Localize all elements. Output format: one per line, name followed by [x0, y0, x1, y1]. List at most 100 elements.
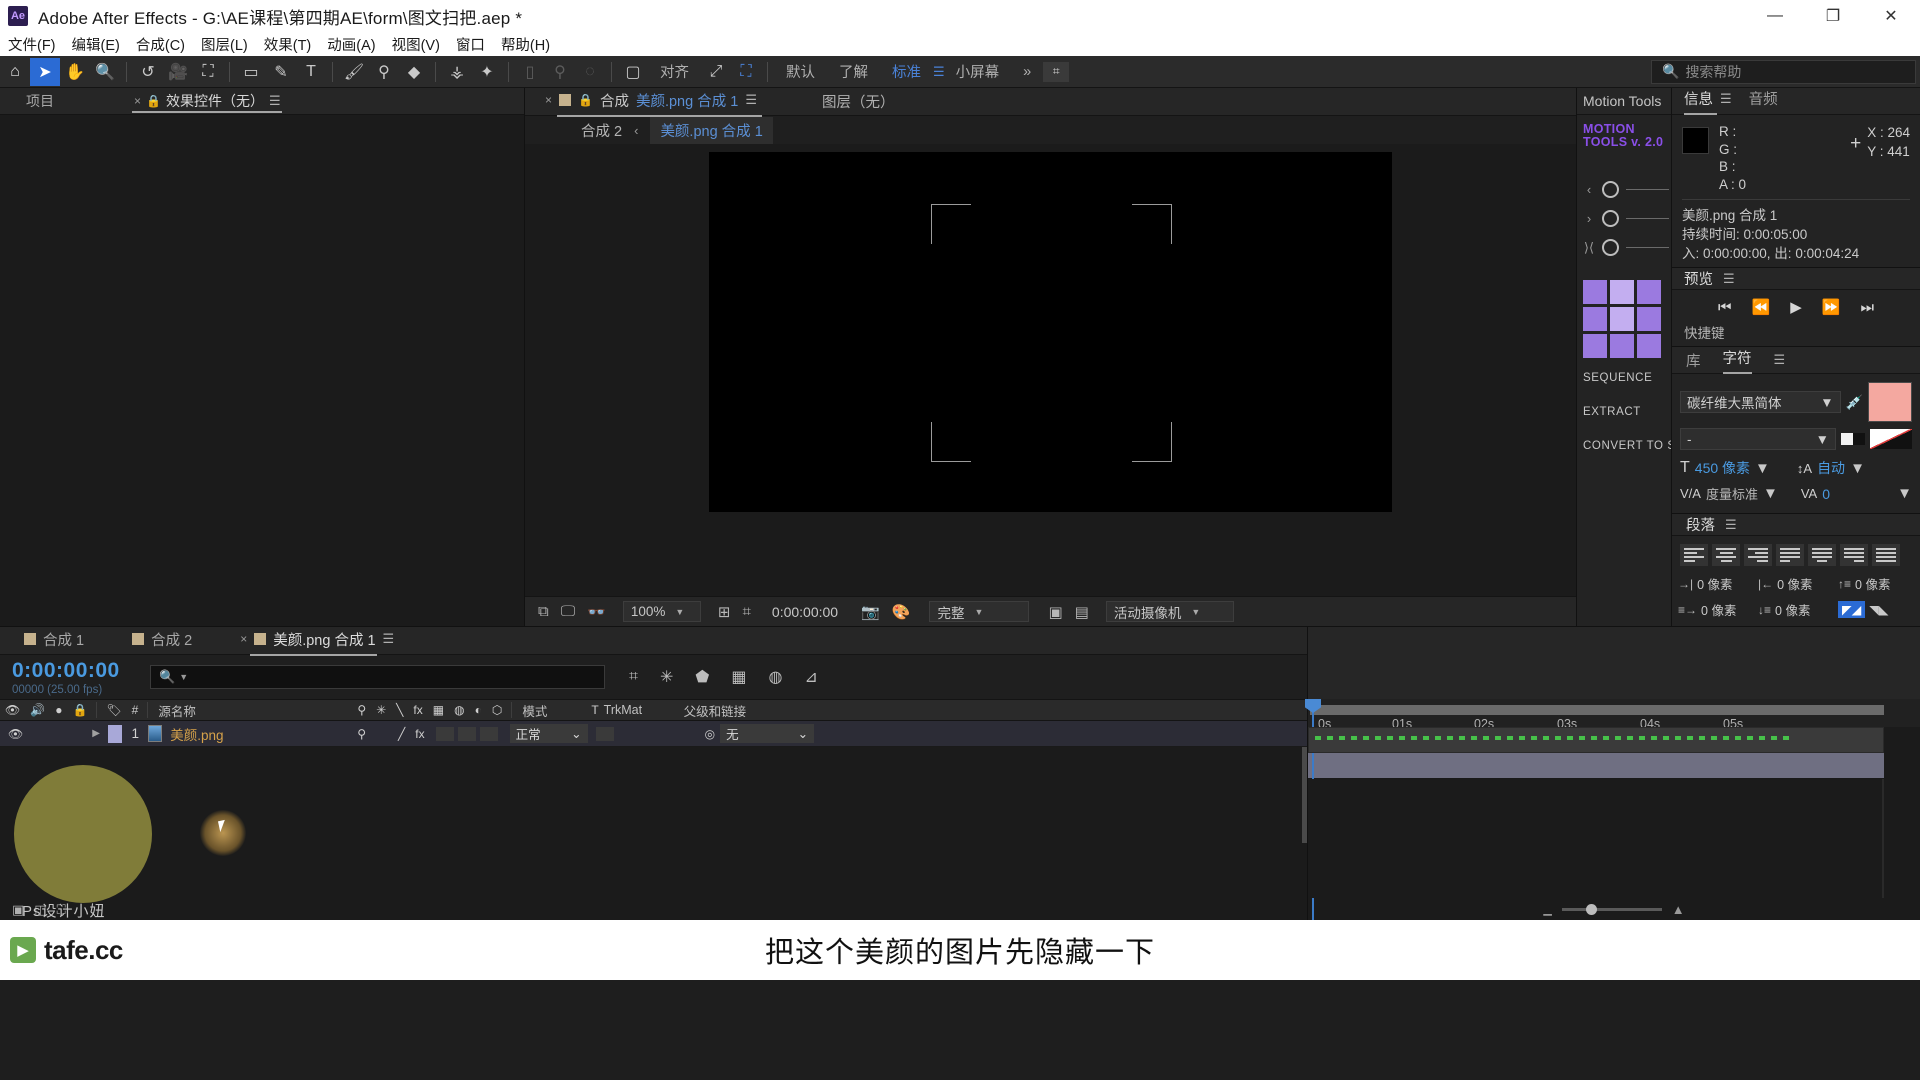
hide-shy-layers-icon[interactable]: ⬟ [695, 667, 709, 687]
motion-tools-grid[interactable] [1583, 280, 1671, 358]
grid-cell[interactable] [1610, 280, 1634, 304]
menu-layer[interactable]: 图层(L) [201, 34, 248, 55]
layer-preserve-transparency-box[interactable] [595, 726, 614, 741]
chevron-down-icon[interactable]: ▼ [1763, 485, 1778, 502]
tab-composition[interactable]: × 🔒 合成 美颜.png 合成 1 ☰ [539, 87, 762, 117]
frame-blending-icon[interactable]: ▦ [731, 667, 746, 687]
grid-cell[interactable] [1610, 307, 1634, 331]
zoom-slider-knob[interactable] [1585, 903, 1597, 915]
workspace-menu-icon[interactable]: ☰ [933, 64, 945, 80]
layer-label-swatch[interactable] [108, 724, 123, 743]
zoom-in-icon[interactable]: ▲ [1672, 902, 1685, 917]
timeline-scrollbar[interactable] [1302, 747, 1307, 843]
menu-animation[interactable]: 动画(A) [327, 34, 375, 55]
chevron-down-icon[interactable]: ▼ [1897, 485, 1912, 502]
region-of-interest-icon[interactable]: ⌗ [739, 603, 753, 620]
space-after-field[interactable]: ↓≡ 0 像素 [1758, 600, 1834, 619]
lock-icon[interactable]: 🔒 [578, 93, 593, 107]
text-tool-icon[interactable]: T [296, 58, 326, 86]
workspace-learn[interactable]: 了解 [827, 61, 880, 82]
motion-tools-extract-button[interactable]: EXTRACT [1583, 406, 1671, 418]
lock-icon[interactable]: 🔒 [67, 703, 92, 717]
ltr-direction-button[interactable]: ◤◢ [1838, 601, 1866, 618]
default-colors-icon[interactable] [1841, 433, 1865, 445]
close-icon[interactable]: × [545, 93, 552, 107]
tab-layer[interactable]: 图层（无） [822, 91, 895, 112]
graph-editor-icon[interactable]: ⊿ [804, 667, 817, 687]
play-button[interactable]: ▶ [1790, 298, 1802, 316]
layer-video-toggle-icon[interactable]: 👁 [0, 727, 28, 741]
roto-brush-tool-icon[interactable]: ⚶ [442, 58, 472, 86]
timeline-tab-comp2[interactable]: 合成 2 [128, 626, 196, 656]
workspace-small-screen[interactable]: 小屏幕 [944, 61, 1012, 82]
tracking-value[interactable]: 0 [1822, 486, 1830, 502]
composition-viewer[interactable] [709, 152, 1392, 512]
timeline-empty-area[interactable]: Ps设计小妞 [0, 747, 1307, 920]
search-help-box[interactable]: 🔍 搜索帮助 [1651, 59, 1916, 84]
motion-tools-row-next[interactable]: › [1583, 204, 1671, 233]
selection-tool-icon[interactable]: ➤ [30, 57, 60, 86]
layer-switch-box[interactable] [479, 726, 498, 741]
composition-mini-flowchart-icon[interactable]: ⌗ [629, 668, 638, 686]
circle-icon[interactable] [1602, 239, 1619, 256]
zoom-tool-icon[interactable]: 🔍 [90, 58, 120, 86]
circle-icon[interactable] [1602, 181, 1619, 198]
close-icon[interactable]: × [134, 94, 141, 108]
toggle-transparency-icon[interactable]: ▤ [1072, 603, 1092, 621]
layer-mode-select[interactable]: 正常 ⌄ [509, 724, 588, 743]
next-frame-button[interactable]: ⏩ [1822, 298, 1841, 316]
first-line-indent-field[interactable]: ≡→ 0 像素 [1678, 600, 1754, 619]
maximize-button[interactable]: ❐ [1804, 0, 1862, 32]
justify-last-center-button[interactable] [1808, 544, 1836, 566]
panel-menu-icon[interactable]: ☰ [1725, 517, 1737, 533]
timeline-graph-body[interactable] [1308, 779, 1920, 898]
zoom-slider[interactable] [1561, 903, 1662, 915]
panel-menu-icon[interactable]: ☰ [1774, 352, 1786, 368]
justify-all-button[interactable] [1872, 544, 1900, 566]
always-preview-icon[interactable]: ⧉ [535, 603, 552, 620]
grid-cell[interactable] [1637, 307, 1661, 331]
monitor-icon[interactable]: 🖵 [558, 603, 578, 620]
snapshot-icon[interactable]: 📷 [858, 603, 883, 621]
layer-parent-select[interactable]: 无 ⌄ [720, 724, 815, 743]
layer-fx-icon[interactable]: fx [410, 727, 429, 741]
motion-tools-row-prev[interactable]: ‹ [1583, 175, 1671, 204]
no-stroke-icon[interactable] [1870, 429, 1912, 449]
rtl-direction-button[interactable]: ◥◣ [1869, 602, 1888, 617]
timeline-search-input[interactable]: 🔍 ▼ [150, 665, 605, 689]
space-before-field[interactable]: ↑≡ 0 像素 [1838, 574, 1914, 593]
layer-duration-bar[interactable] [1308, 753, 1884, 779]
timeline-tab-active[interactable]: × 美颜.png 合成 1 ☰ [236, 626, 397, 656]
tab-effect-controls[interactable]: × 🔒 效果控件（无） ☰ [124, 88, 290, 115]
table-row[interactable]: 👁 ▶ 1 美颜.png ⚲ ╱ fx 正常 ⌄ ◎ 无 ⌄ [0, 721, 1307, 747]
zoom-out-icon[interactable]: ▁ [1543, 903, 1551, 916]
panel-menu-icon[interactable]: ☰ [269, 93, 281, 109]
menu-edit[interactable]: 编辑(E) [72, 34, 120, 55]
menu-view[interactable]: 视图(V) [392, 34, 440, 55]
panel-menu-icon[interactable]: ☰ [1723, 271, 1735, 287]
minimize-button[interactable]: — [1746, 0, 1804, 32]
time-ruler[interactable]: 0s 01s 02s 03s 04s 05s [1305, 699, 1920, 921]
panel-menu-icon[interactable]: ☰ [745, 92, 757, 108]
menu-composition[interactable]: 合成(C) [136, 34, 185, 55]
transform-box-icon[interactable]: ⛶ [731, 58, 761, 86]
tab-project[interactable]: 项目 [4, 88, 64, 115]
eyedropper-icon[interactable]: 💉 [1846, 394, 1863, 411]
brush-tool-icon[interactable]: 🖌 [339, 58, 369, 86]
font-family-select[interactable]: 碳纤维大黑简体 ▼ [1680, 391, 1841, 413]
align-center-button[interactable] [1712, 544, 1740, 566]
label-icon[interactable]: 🏷 [101, 703, 126, 717]
parent-pickwhip-icon[interactable]: ◎ [700, 727, 720, 741]
grid-cell[interactable] [1637, 280, 1661, 304]
expand-arrow-icon[interactable]: ▶ [92, 728, 108, 739]
grid-cell[interactable] [1583, 307, 1607, 331]
clone-stamp-tool-icon[interactable]: ⚲ [369, 58, 399, 86]
menu-window[interactable]: 窗口 [456, 34, 485, 55]
justify-last-left-button[interactable] [1776, 544, 1804, 566]
eraser-tool-icon[interactable]: ◆ [399, 58, 429, 86]
grid-cell[interactable] [1583, 334, 1607, 358]
layer-adjustment-icon[interactable]: ╱ [393, 727, 410, 741]
timeline-tab-comp1[interactable]: 合成 1 [20, 626, 88, 656]
current-time-display[interactable]: 0:00:00:00 00000 (25.00 fps) [0, 659, 150, 696]
puppet-tool-icon[interactable]: ✦ [472, 58, 502, 86]
